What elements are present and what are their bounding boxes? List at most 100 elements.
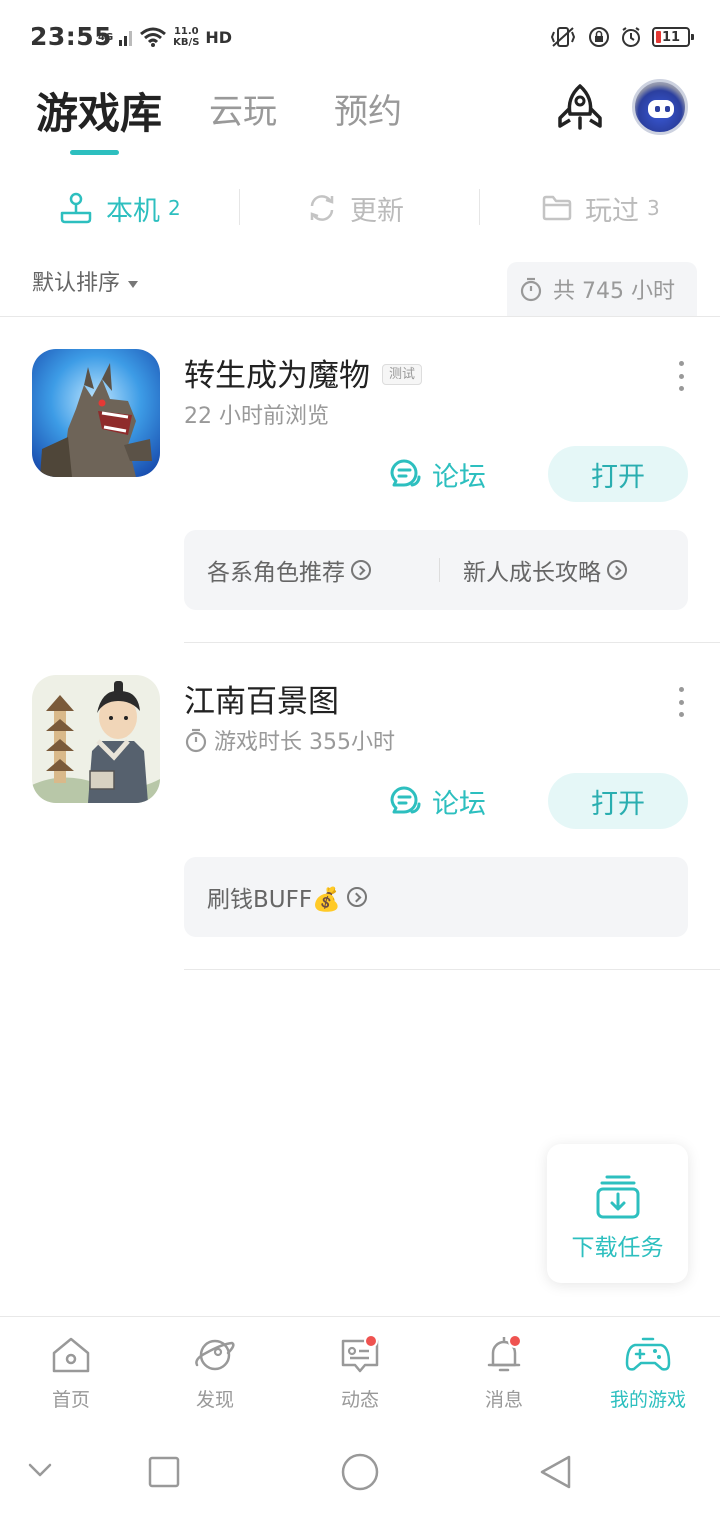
avatar-eye bbox=[655, 106, 660, 112]
forum-icon bbox=[390, 786, 421, 814]
game-icon[interactable] bbox=[32, 675, 160, 803]
recents-icon[interactable] bbox=[148, 1456, 180, 1488]
folder-icon bbox=[542, 195, 572, 221]
nav-discover[interactable]: 发现 bbox=[155, 1335, 275, 1412]
signal-icon bbox=[119, 31, 133, 46]
chevron-right-icon bbox=[607, 560, 627, 580]
play-duration: 游戏时长 355小时 bbox=[214, 730, 395, 755]
game-title-text: 江南百景图 bbox=[184, 684, 339, 720]
timer-icon bbox=[520, 277, 542, 302]
more-options-icon[interactable] bbox=[670, 687, 692, 717]
game-subtitle: 游戏时长 355小时 bbox=[184, 724, 395, 756]
game-icon[interactable] bbox=[32, 349, 160, 477]
alarm-icon bbox=[622, 27, 640, 47]
battery-icon: 11 bbox=[652, 27, 694, 47]
game-title[interactable]: 转生成为魔物 测试 bbox=[184, 350, 423, 395]
download-task-button[interactable]: 下载任务 bbox=[547, 1144, 688, 1283]
guide-link[interactable]: 新人成长攻略 bbox=[440, 553, 627, 587]
nav-label: 首页 bbox=[51, 1389, 90, 1411]
nav-label: 我的游戏 bbox=[609, 1389, 686, 1411]
open-button[interactable]: 打开 bbox=[548, 446, 688, 502]
gamepad-icon bbox=[625, 1337, 671, 1371]
rotation-lock-icon bbox=[589, 27, 609, 47]
timer-icon bbox=[185, 728, 207, 753]
divider bbox=[0, 316, 720, 317]
subtab-local-count: 2 bbox=[168, 196, 181, 220]
hd-indicator: HD bbox=[205, 27, 233, 47]
back-icon[interactable] bbox=[538, 1454, 572, 1490]
net-speed-value: 11.0 bbox=[173, 26, 199, 37]
subtab-played-count: 3 bbox=[647, 196, 660, 220]
nav-home[interactable]: 首页 bbox=[11, 1335, 131, 1412]
subtab-played[interactable]: 玩过 3 bbox=[541, 188, 660, 228]
net-speed: 11.0 KB/S bbox=[173, 26, 199, 48]
forum-label: 论坛 bbox=[432, 461, 486, 493]
guide-tips: 刷钱BUFF💰 bbox=[184, 857, 688, 937]
tab-cloud-play[interactable]: 云玩 bbox=[209, 84, 277, 133]
game-title-text: 转生成为魔物 bbox=[184, 358, 370, 394]
refresh-icon bbox=[310, 195, 334, 221]
guide-link-label: 刷钱BUFF💰 bbox=[207, 887, 341, 913]
open-button[interactable]: 打开 bbox=[548, 773, 688, 829]
home-icon bbox=[52, 1337, 90, 1373]
chevron-right-icon bbox=[351, 560, 371, 580]
avatar-face bbox=[648, 100, 674, 118]
system-nav-bar bbox=[0, 1430, 720, 1520]
tab-reserve[interactable]: 预约 bbox=[334, 84, 402, 133]
status-right-icons: 11 bbox=[548, 24, 694, 50]
chevron-right-icon bbox=[346, 887, 367, 907]
nav-label: 消息 bbox=[484, 1389, 523, 1411]
hide-keyboard-icon[interactable] bbox=[28, 1462, 52, 1478]
game-title[interactable]: 江南百景图 bbox=[184, 676, 339, 721]
nav-messages[interactable]: 消息 bbox=[444, 1334, 564, 1412]
home-button-icon[interactable] bbox=[341, 1453, 379, 1491]
rocket-icon[interactable] bbox=[553, 82, 607, 134]
subtab-update-label: 更新 bbox=[350, 195, 404, 227]
nav-label: 发现 bbox=[195, 1389, 234, 1411]
subtab-divider bbox=[239, 189, 240, 225]
download-task-label: 下载任务 bbox=[571, 1235, 664, 1261]
game-subtitle: 22 小时前浏览 bbox=[184, 398, 329, 430]
avatar[interactable] bbox=[632, 79, 688, 135]
guide-link[interactable]: 各系角色推荐 bbox=[184, 553, 371, 587]
sort-dropdown[interactable]: 默认排序 bbox=[32, 265, 139, 297]
notification-dot bbox=[364, 1334, 378, 1348]
battery-level: 11 bbox=[661, 29, 681, 45]
jiangnan-game-image bbox=[32, 675, 160, 803]
divider bbox=[184, 642, 720, 643]
status-left-icons: 4G 11.0 KB/S HD bbox=[98, 24, 232, 50]
network-type: 4G bbox=[98, 31, 114, 43]
planet-icon bbox=[195, 1339, 235, 1371]
werewolf-game-image bbox=[32, 349, 160, 477]
total-play-time: 共 745 小时 bbox=[507, 262, 697, 316]
sort-label: 默认排序 bbox=[32, 271, 121, 296]
tab-game-library[interactable]: 游戏库 bbox=[36, 80, 162, 141]
last-browsed: 22 小时前浏览 bbox=[184, 404, 329, 429]
subtab-update[interactable]: 更新 bbox=[306, 188, 404, 228]
total-time-text: 共 745 小时 bbox=[553, 279, 675, 304]
joystick-icon bbox=[60, 192, 92, 224]
guide-tips: 各系角色推荐 新人成长攻略 bbox=[184, 530, 688, 610]
test-badge: 测试 bbox=[382, 364, 423, 385]
avatar-eye bbox=[665, 106, 670, 112]
download-icon bbox=[596, 1175, 639, 1219]
nav-feed[interactable]: 动态 bbox=[300, 1334, 420, 1412]
guide-link-label: 各系角色推荐 bbox=[207, 560, 345, 586]
bottom-nav: 首页 发现 动态 消息 我的游戏 bbox=[0, 1316, 720, 1430]
forum-button[interactable]: 论坛 bbox=[388, 446, 486, 502]
subtab-local[interactable]: 本机 2 bbox=[58, 188, 181, 228]
notification-dot bbox=[508, 1334, 522, 1348]
nav-my-games[interactable]: 我的游戏 bbox=[588, 1335, 708, 1412]
forum-button[interactable]: 论坛 bbox=[388, 773, 486, 829]
wifi-icon bbox=[140, 27, 167, 47]
more-options-icon[interactable] bbox=[670, 361, 692, 391]
guide-link[interactable]: 刷钱BUFF💰 bbox=[184, 880, 367, 914]
divider bbox=[184, 969, 720, 970]
subtab-divider bbox=[479, 189, 480, 225]
vibrate-icon bbox=[550, 27, 576, 47]
net-speed-unit: KB/S bbox=[173, 37, 200, 48]
forum-icon bbox=[390, 459, 421, 487]
tab-underline bbox=[70, 150, 119, 155]
subtab-local-label: 本机 bbox=[106, 195, 160, 227]
guide-link-label: 新人成长攻略 bbox=[463, 560, 601, 586]
